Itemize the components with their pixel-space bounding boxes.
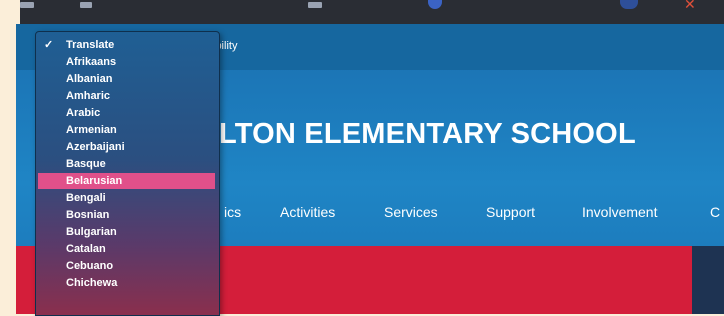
browser-top-bar: ✕	[20, 0, 724, 24]
language-option[interactable]: Bosnian	[38, 207, 215, 223]
toolbar-glyph	[20, 2, 34, 8]
nav-item-services[interactable]: Services	[384, 204, 438, 220]
badge-icon	[620, 0, 638, 9]
school-title: LTON ELEMENTARY SCHOOL	[219, 118, 636, 150]
language-option[interactable]: ✓ Translate	[38, 37, 215, 53]
language-option[interactable]: Bengali	[38, 190, 215, 206]
toolbar-glyph	[308, 2, 322, 8]
language-option[interactable]: Cebuano	[38, 258, 215, 274]
nav-item-activities[interactable]: Activities	[280, 204, 335, 220]
checkmark-icon: ✓	[44, 39, 54, 51]
language-option-highlighted[interactable]: Belarusian	[38, 173, 215, 189]
language-option[interactable]: Catalan	[38, 241, 215, 257]
language-option[interactable]: Armenian	[38, 122, 215, 138]
toolbar-glyph	[80, 2, 92, 8]
language-option[interactable]: Azerbaijani	[38, 139, 215, 155]
nav-item-academics[interactable]: ics	[224, 204, 241, 220]
language-option[interactable]: Bulgarian	[38, 224, 215, 240]
close-icon[interactable]: ✕	[684, 0, 696, 13]
language-option[interactable]: Amharic	[38, 88, 215, 104]
language-option[interactable]: Arabic	[38, 105, 215, 121]
language-dropdown[interactable]: ✓ Translate Afrikaans Albanian Amharic A…	[35, 31, 220, 316]
nav-item-involvement[interactable]: Involvement	[582, 204, 657, 220]
language-option[interactable]: Chichewa	[38, 275, 215, 291]
hero-side-panel	[692, 246, 724, 314]
nav-item-more[interactable]: C	[710, 204, 720, 220]
language-option[interactable]: Afrikaans	[38, 54, 215, 70]
shield-icon	[428, 0, 442, 9]
language-option[interactable]: Albanian	[38, 71, 215, 87]
nav-item-support[interactable]: Support	[486, 204, 535, 220]
language-option[interactable]: Basque	[38, 156, 215, 172]
